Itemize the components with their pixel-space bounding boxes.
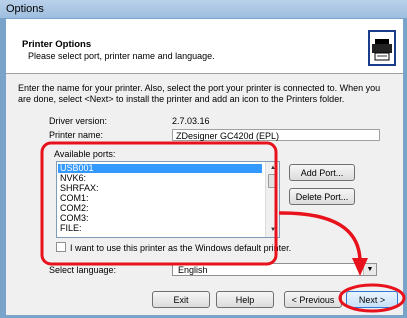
driver-version-value: 2.7.03.16 (172, 116, 210, 126)
available-ports-label: Available ports: (54, 149, 116, 159)
default-printer-label: I want to use this printer as the Window… (70, 243, 292, 253)
title-bar: Options (0, 0, 407, 18)
dialog-header: Printer Options Please select port, prin… (6, 19, 403, 74)
port-item[interactable]: NVK6: (60, 174, 260, 183)
scroll-up-arrow-icon[interactable]: ▲ (269, 164, 277, 172)
intro-text: Enter the name for your printer. Also, s… (18, 83, 381, 104)
chevron-down-icon[interactable]: ▼ (363, 264, 376, 275)
port-item[interactable]: COM1: (60, 194, 260, 203)
scroll-thumb[interactable] (268, 174, 277, 188)
printer-name-input[interactable]: ZDesigner GC420d (EPL) (172, 129, 380, 141)
port-item[interactable]: FILE: (60, 224, 260, 233)
port-item[interactable]: COM3: (60, 214, 260, 223)
default-printer-checkbox[interactable] (56, 242, 66, 252)
language-select-value: English (178, 265, 208, 275)
scroll-down-arrow-icon[interactable]: ▼ (269, 226, 277, 234)
dialog-window: Printer Options Please select port, prin… (6, 19, 403, 315)
port-item[interactable]: SHRFAX: (60, 184, 260, 193)
header-title: Printer Options (22, 39, 92, 50)
window-title: Options (6, 3, 44, 15)
language-select[interactable]: English ▼ (172, 263, 377, 276)
select-language-label: Select language: (49, 265, 117, 275)
exit-button[interactable]: Exit (152, 291, 210, 308)
previous-button[interactable]: < Previous (284, 291, 342, 308)
help-button[interactable]: Help (216, 291, 274, 308)
ports-listbox[interactable]: USB001 NVK6: SHRFAX: COM1: COM2: COM3: F… (56, 161, 280, 238)
printer-name-label: Printer name: (49, 130, 104, 140)
ports-scrollbar[interactable]: ▲ ▼ (265, 162, 279, 237)
delete-port-button[interactable]: Delete Port... (289, 188, 355, 205)
printer-install-icon (368, 30, 396, 66)
add-port-button[interactable]: Add Port... (289, 164, 355, 181)
header-subtitle: Please select port, printer name and lan… (28, 51, 215, 61)
next-button[interactable]: Next > (346, 291, 398, 308)
port-item[interactable]: USB001 (58, 164, 262, 173)
driver-version-label: Driver version: (49, 116, 108, 126)
port-item[interactable]: COM2: (60, 204, 260, 213)
